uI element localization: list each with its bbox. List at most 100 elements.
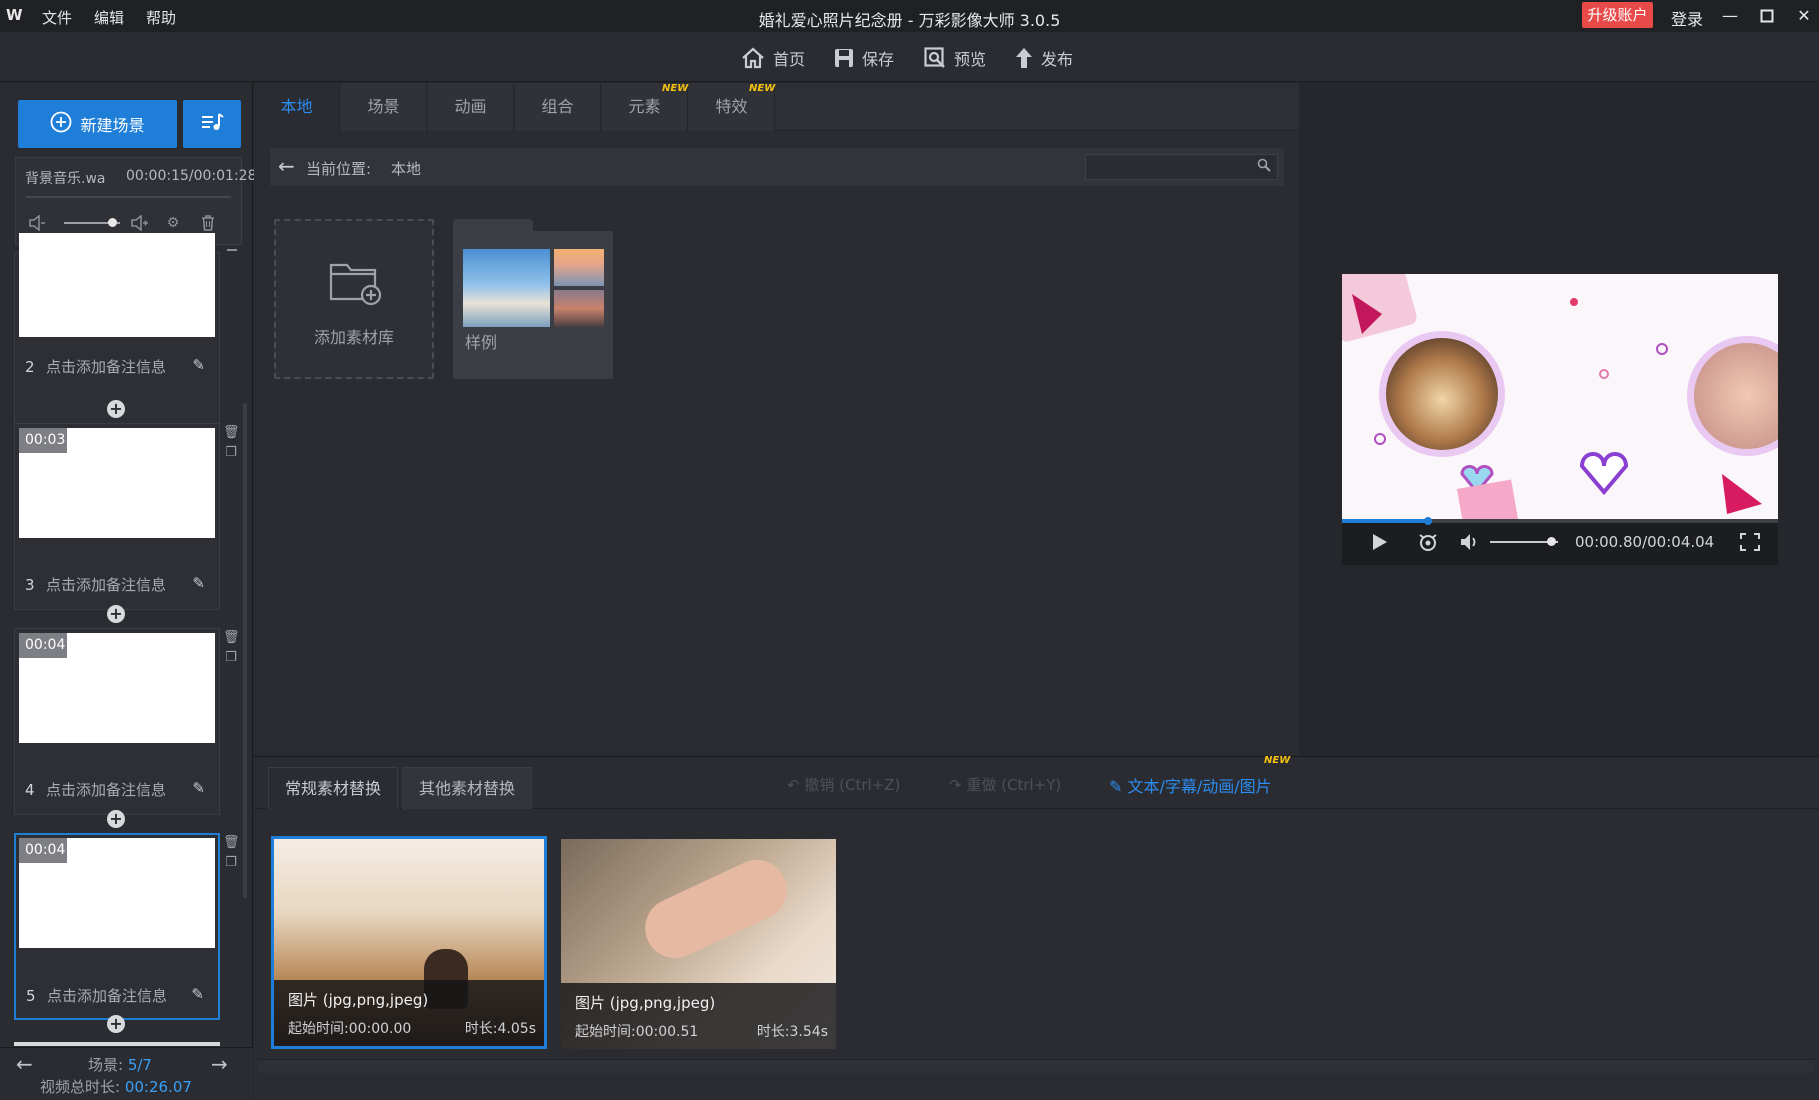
playback-knob[interactable] <box>1424 517 1433 525</box>
new-badge: NEW <box>749 83 776 94</box>
playback-progress-fill <box>1342 519 1429 523</box>
redo-button[interactable]: ↷ 重做 (Ctrl+Y) <box>949 774 1061 795</box>
scene-panel: 新建场景 背景音乐.wa 00:00:15/00:01:28 ⚙ 2 点击添加备… <box>0 83 256 1100</box>
arrow-left-icon[interactable]: ← <box>278 154 295 178</box>
background-music-button[interactable] <box>183 100 241 148</box>
music-progress-bar[interactable] <box>26 196 231 198</box>
horizontal-scrollbar[interactable] <box>258 1059 1815 1073</box>
search-input[interactable] <box>1085 154 1278 180</box>
scene-actions: 🗑 ❐ <box>223 833 240 873</box>
music-volume-knob[interactable] <box>107 218 117 227</box>
preview-panel: 00:00.80/00:04.04 <box>1300 83 1819 755</box>
copy-icon[interactable]: ❐ <box>223 853 239 873</box>
scene-list-scrollbar[interactable] <box>243 403 247 898</box>
pencil-icon[interactable]: ✎ <box>192 574 205 592</box>
scene-actions: 🗑 ❐ <box>223 423 240 463</box>
trash-icon[interactable]: 🗑 <box>223 833 240 853</box>
add-scene-icon[interactable]: + <box>107 810 125 828</box>
scene-duration-badge: 00:04 <box>19 633 67 658</box>
speaker-icon[interactable] <box>1460 533 1480 555</box>
play-icon[interactable] <box>1372 533 1388 555</box>
new-scene-button[interactable]: 新建场景 <box>18 100 177 148</box>
total-duration-label: 视频总时长: <box>40 1078 125 1096</box>
copy-icon[interactable]: ❐ <box>223 648 239 668</box>
trash-icon[interactable]: 🗑 <box>223 628 240 648</box>
scene-number: 4 <box>25 781 35 799</box>
save-button[interactable]: 保存 <box>834 44 894 72</box>
pencil-icon[interactable]: ✎ <box>192 356 205 374</box>
publish-button[interactable]: 发布 <box>1015 44 1073 72</box>
tab-scene[interactable]: 场景 <box>341 83 427 131</box>
replace-panel: 常规素材替换 其他素材替换 ↶ 撤销 (Ctrl+Z) ↷ 重做 (Ctrl+Y… <box>254 756 1819 1100</box>
volume-up-icon[interactable] <box>128 212 150 234</box>
add-scene-icon[interactable]: + <box>107 605 125 623</box>
home-button[interactable]: 首页 <box>741 44 805 72</box>
text-subtitle-edit-button[interactable]: ✎ 文本/字幕/动画/图片 <box>1109 773 1272 797</box>
scene-counter-value: 5/7 <box>127 1056 152 1074</box>
copy-icon[interactable]: ❐ <box>223 443 239 463</box>
player-volume-knob[interactable] <box>1547 537 1557 546</box>
upgrade-account-button[interactable]: 升级账户 <box>1582 2 1653 28</box>
new-badge: NEW <box>662 83 689 94</box>
scene-note[interactable]: 点击添加备注信息 <box>46 574 166 595</box>
scene-footer: ← 场景: 5/7 → 视频总时长: 00:26.07 <box>0 1047 253 1100</box>
undo-icon: ↶ <box>787 776 805 794</box>
scene-duration-badge: 00:04 <box>19 838 67 863</box>
tab-regular-replace[interactable]: 常规素材替换 <box>268 767 398 809</box>
sample-thumbnail-sky <box>463 249 550 327</box>
sample-folder[interactable]: 样例 <box>453 219 613 379</box>
text-edit-label: 文本/字幕/动画/图片 <box>1127 777 1272 796</box>
publish-arrow-icon <box>1015 47 1033 69</box>
search-icon[interactable] <box>1257 158 1271 176</box>
scene-counter-label: 场景: <box>88 1056 128 1074</box>
media-duration: 时长:3.54s <box>756 1024 828 1040</box>
tab-local[interactable]: 本地 <box>254 83 340 131</box>
preview-icon <box>924 47 946 69</box>
tab-combo[interactable]: 组合 <box>515 83 601 131</box>
media-item[interactable]: 图片 (jpg,png,jpeg) 起始时间:00:00.51 时长:3.54s <box>561 839 836 1049</box>
login-button[interactable]: 登录 <box>1671 6 1703 30</box>
arrow-right-icon[interactable]: → <box>211 1052 228 1076</box>
undo-label: 撤销 (Ctrl+Z) <box>804 776 901 794</box>
window-title: 婚礼爱心照片纪念册 - 万彩影像大师 3.0.5 <box>758 11 1061 30</box>
trash-icon[interactable] <box>197 212 219 234</box>
scene-number: 5 <box>26 987 36 1005</box>
add-scene-icon[interactable]: + <box>107 400 125 418</box>
main-toolbar: 首页 保存 预览 发布 <box>0 32 1819 82</box>
undo-button[interactable]: ↶ 撤销 (Ctrl+Z) <box>787 774 900 795</box>
total-duration: 视频总时长: 00:26.07 <box>40 1076 192 1097</box>
pencil-icon[interactable]: ✎ <box>191 985 204 1003</box>
media-item[interactable]: 图片 (jpg,png,jpeg) 起始时间:00:00.00 时长:4.05s <box>271 836 547 1049</box>
maximize-icon[interactable] <box>1752 4 1782 28</box>
next-scene-peek <box>14 1042 220 1046</box>
scene-note[interactable]: 点击添加备注信息 <box>47 985 167 1006</box>
sample-folder-label: 样例 <box>465 333 498 352</box>
trash-icon[interactable]: 🗑 <box>223 423 240 443</box>
scene-note[interactable]: 点击添加备注信息 <box>46 356 166 377</box>
volume-down-icon[interactable] <box>26 212 48 234</box>
minimize-icon[interactable]: — <box>1715 4 1745 28</box>
fullscreen-icon[interactable] <box>1740 533 1760 555</box>
scene-item-3[interactable]: 00:03 3 点击添加备注信息 ✎ <box>14 423 220 610</box>
tab-animation[interactable]: 动画 <box>428 83 514 131</box>
gear-icon[interactable]: ⚙ <box>162 212 184 234</box>
arrow-left-icon[interactable]: ← <box>16 1052 33 1076</box>
scene-note[interactable]: 点击添加备注信息 <box>46 779 166 800</box>
preview-button[interactable]: 预览 <box>924 44 986 72</box>
tab-other-replace[interactable]: 其他素材替换 <box>402 767 532 809</box>
close-icon[interactable]: ✕ <box>1789 4 1819 28</box>
replay-icon[interactable] <box>1418 532 1438 556</box>
pencil-icon[interactable]: ✎ <box>192 779 205 797</box>
preview-label: 预览 <box>954 50 987 69</box>
add-library-button[interactable]: 添加素材库 <box>274 219 434 379</box>
collapse-icon[interactable] <box>227 249 237 251</box>
media-start-time: 起始时间:00:00.00 <box>288 1021 412 1037</box>
scene-item-4[interactable]: 00:04 4 点击添加备注信息 ✎ <box>14 628 220 815</box>
home-label: 首页 <box>773 50 806 69</box>
playback-progress-bar[interactable] <box>1342 517 1778 525</box>
preview-canvas[interactable] <box>1342 274 1778 519</box>
add-scene-icon[interactable]: + <box>107 1015 125 1033</box>
scene-item-5[interactable]: 00:04 5 点击添加备注信息 ✎ <box>14 833 220 1020</box>
music-track-box: 背景音乐.wa 00:00:15/00:01:28 ⚙ <box>15 157 256 245</box>
music-filename: 背景音乐.wa <box>25 171 106 187</box>
